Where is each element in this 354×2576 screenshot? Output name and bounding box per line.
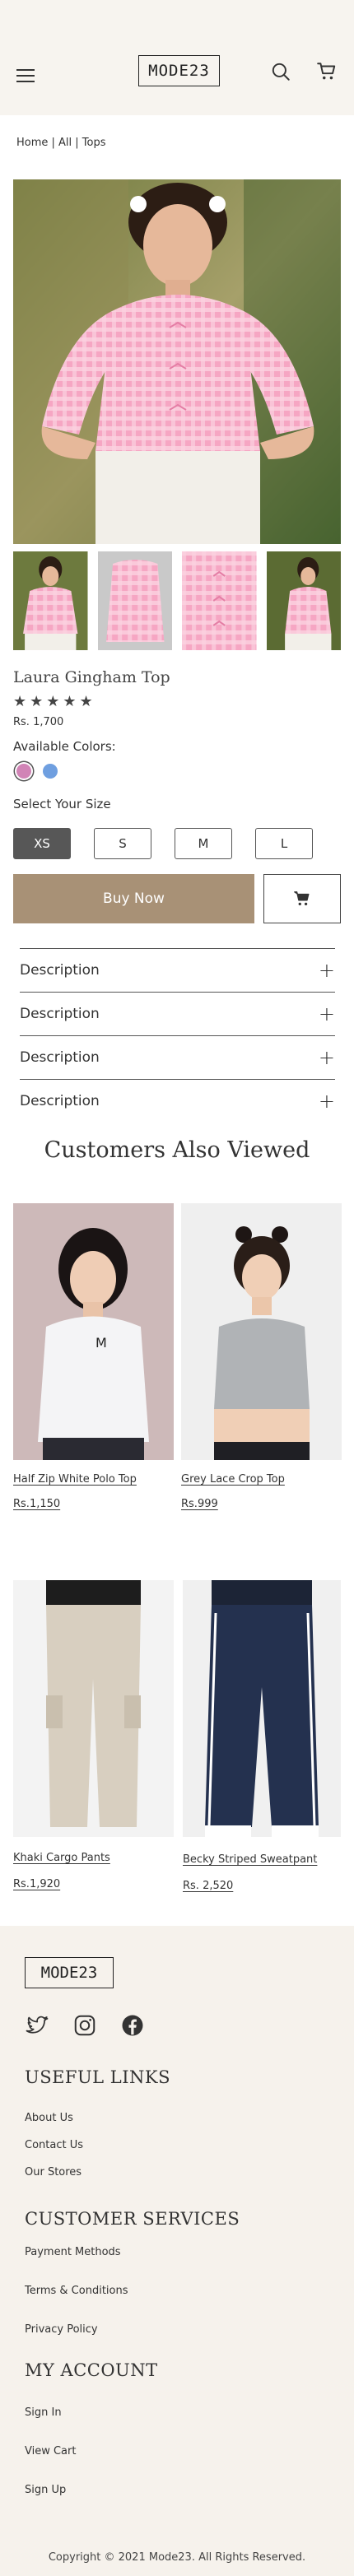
color-swatch-pink[interactable] <box>16 764 31 779</box>
product-thumbnails <box>13 551 341 650</box>
product-main-image[interactable] <box>13 179 341 544</box>
footer-link-terms[interactable]: Terms & Conditions <box>25 2285 128 2297</box>
product-price: Rs. 1,700 <box>13 716 64 728</box>
site-header: MODE23 <box>0 0 354 115</box>
footer-link-payment-methods[interactable]: Payment Methods <box>25 2246 121 2258</box>
footer-link-about-us[interactable]: About Us <box>25 2112 73 2124</box>
accordion-description-2[interactable]: Description + <box>20 992 335 1035</box>
add-to-cart-button[interactable] <box>263 874 341 923</box>
site-footer: MODE23 USEFUL LINKS About Us Contact Us … <box>0 1926 354 2576</box>
copyright: Copyright © 2021 Mode23. All Rights Rese… <box>48 2551 306 2564</box>
accordion-label: Description <box>20 1049 100 1066</box>
cart-icon <box>294 891 310 906</box>
color-swatch-blue[interactable] <box>43 764 58 779</box>
product-card-image[interactable] <box>183 1580 343 1837</box>
size-options: XS S M L <box>13 828 342 859</box>
product-card-price: Rs.999 <box>181 1498 218 1510</box>
my-account-heading: MY ACCOUNT <box>25 2360 158 2380</box>
available-colors-label: Available Colors: <box>13 739 116 754</box>
thumbnail-1[interactable] <box>13 551 88 650</box>
accordion-label: Description <box>20 961 100 979</box>
select-size-label: Select Your Size <box>13 797 111 811</box>
section-title: Customers Also Viewed <box>44 1137 310 1163</box>
footer-link-privacy-policy[interactable]: Privacy Policy <box>25 2323 98 2336</box>
footer-link-our-stores[interactable]: Our Stores <box>25 2166 82 2178</box>
product-card-image[interactable]: M <box>13 1203 174 1460</box>
size-xs-button[interactable]: XS <box>13 828 71 859</box>
footer-logo[interactable]: MODE23 <box>25 1957 114 1988</box>
plus-icon: + <box>318 1045 335 1069</box>
size-m-button[interactable]: M <box>175 828 232 859</box>
search-icon[interactable] <box>270 61 291 82</box>
site-logo[interactable]: MODE23 <box>138 55 220 86</box>
footer-link-view-cart[interactable]: View Cart <box>25 2445 76 2457</box>
useful-links-heading: USEFUL LINKS <box>25 2067 170 2087</box>
footer-link-contact-us[interactable]: Contact Us <box>25 2139 83 2151</box>
plus-icon: + <box>318 958 335 982</box>
instagram-icon[interactable] <box>72 2013 97 2038</box>
size-l-button[interactable]: L <box>255 828 313 859</box>
accordion-label: Description <box>20 1005 100 1022</box>
product-title: Laura Gingham Top <box>13 668 170 686</box>
product-card-image[interactable] <box>181 1203 342 1460</box>
thumbnail-2[interactable] <box>97 551 172 650</box>
product-card-name[interactable]: Khaki Cargo Pants <box>13 1852 110 1864</box>
footer-link-sign-in[interactable]: Sign In <box>25 2406 62 2419</box>
size-s-button[interactable]: S <box>94 828 151 859</box>
customer-services-heading: CUSTOMER SERVICES <box>25 2209 240 2229</box>
facebook-icon[interactable] <box>120 2013 145 2038</box>
twitter-icon[interactable] <box>25 2013 49 2038</box>
product-card-price: Rs.1,920 <box>13 1878 61 1890</box>
footer-link-sign-up[interactable]: Sign Up <box>25 2484 66 2496</box>
hamburger-icon[interactable] <box>16 69 35 82</box>
accordion-description-4[interactable]: Description + <box>20 1079 335 1122</box>
product-card-image[interactable] <box>13 1580 174 1837</box>
product-card-name[interactable]: Becky Striped Sweatpant <box>183 1853 317 1866</box>
accordion-description-3[interactable]: Description + <box>20 1035 335 1078</box>
thumbnail-4[interactable] <box>266 551 341 650</box>
plus-icon: + <box>318 1002 335 1025</box>
rating-stars: ★★★★★ <box>13 693 96 710</box>
buy-now-button[interactable]: Buy Now <box>13 874 254 923</box>
product-card-price: Rs.1,150 <box>13 1498 61 1510</box>
svg-text:M: M <box>95 1335 107 1351</box>
cart-icon[interactable] <box>316 61 338 82</box>
thumbnail-3[interactable] <box>182 551 257 650</box>
breadcrumb[interactable]: Home | All | Tops <box>16 137 106 149</box>
accordion-label: Description <box>20 1092 100 1109</box>
product-card-name[interactable]: Grey Lace Crop Top <box>181 1473 285 1486</box>
product-card-name[interactable]: Half Zip White Polo Top <box>13 1473 137 1486</box>
accordion-description-1[interactable]: Description + <box>20 948 335 991</box>
product-card-price: Rs. 2,520 <box>183 1880 234 1892</box>
plus-icon: + <box>318 1089 335 1113</box>
